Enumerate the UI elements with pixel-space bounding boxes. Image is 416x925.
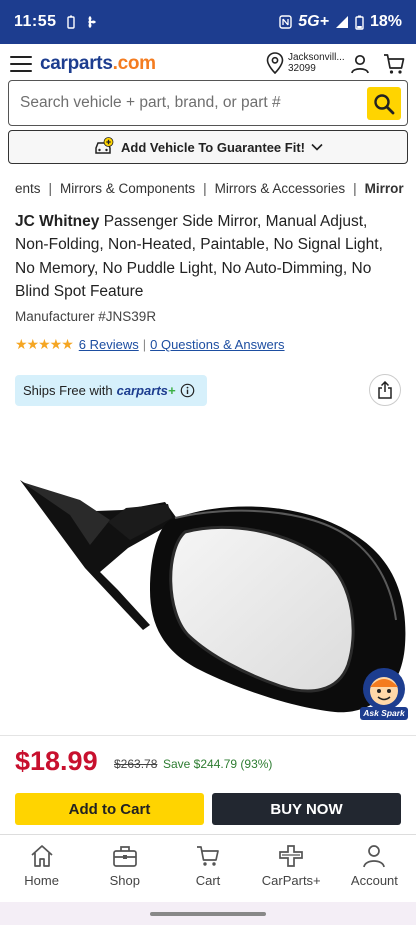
carparts-plus-logo: carparts+ (116, 383, 176, 398)
site-header: carparts.com Jacksonvill... 32099 (0, 44, 416, 84)
buy-now-button[interactable]: BUY NOW (212, 793, 401, 825)
location-pin-icon (266, 52, 284, 74)
tab-home[interactable]: Home (0, 835, 83, 902)
tab-cart[interactable]: Cart (166, 835, 249, 902)
tab-label: CarParts+ (261, 873, 321, 888)
rating-row: ★★★★★ 6 Reviews | 0 Questions & Answers (15, 336, 285, 352)
add-vehicle-button[interactable]: Add Vehicle To Guarantee Fit! (8, 130, 408, 164)
chevron-down-icon (311, 143, 323, 151)
signal-icon (335, 16, 348, 28)
breadcrumb-item[interactable]: ents (15, 181, 41, 196)
tab-shop[interactable]: Shop (83, 835, 166, 902)
breadcrumb-item[interactable]: Mirrors & Accessories (215, 181, 346, 196)
tab-label: Cart (195, 873, 221, 888)
logo-text: carparts (40, 53, 113, 74)
info-icon[interactable] (180, 383, 195, 398)
savings: Save $244.79 (93%) (163, 757, 273, 771)
ask-spark-label[interactable]: Ask Spark (360, 707, 408, 720)
search-icon (374, 93, 395, 114)
product-title: JC Whitney Passenger Side Mirror, Manual… (15, 210, 401, 303)
manufacturer-number: Manufacturer #JNS39R (15, 309, 157, 324)
toolbox-icon (112, 846, 137, 867)
search-bar[interactable]: Search vehicle + part, brand, or part # (8, 80, 408, 126)
tab-label: Home (24, 873, 59, 888)
home-icon (31, 845, 53, 867)
system-nav-bar (0, 902, 416, 925)
account-icon[interactable] (349, 53, 371, 75)
bottom-tab-bar: Home Shop Cart CarParts+ Account (0, 834, 416, 902)
menu-icon[interactable] (10, 56, 32, 72)
ships-free-text: Ships Free with (23, 383, 113, 398)
add-vehicle-label: Add Vehicle To Guarantee Fit! (121, 139, 305, 155)
product-brand: JC Whitney (15, 213, 100, 230)
add-to-cart-button[interactable]: Add to Cart (15, 793, 204, 825)
product-image[interactable] (0, 460, 416, 730)
home-gesture-handle[interactable] (150, 912, 266, 916)
tab-label: Account (350, 873, 398, 888)
car-add-icon (95, 137, 114, 154)
fan-icon (87, 16, 96, 28)
ships-free-badge[interactable]: Ships Free with carparts+ (15, 375, 207, 406)
search-button[interactable] (367, 87, 401, 120)
search-input[interactable]: Search vehicle + part, brand, or part # (20, 94, 281, 112)
share-icon (378, 381, 392, 399)
breadcrumb-current: Mirror (364, 181, 404, 196)
carparts-plus-icon (279, 845, 304, 867)
cart-icon[interactable] (383, 53, 405, 75)
star-rating-icon: ★★★★★ (15, 336, 74, 352)
location-selector[interactable]: Jacksonvill... 32099 (266, 52, 345, 74)
tab-account[interactable]: Account (333, 835, 416, 902)
qa-link[interactable]: 0 Questions & Answers (150, 337, 284, 352)
location-city: Jacksonvill... (288, 52, 345, 63)
site-logo[interactable]: carparts.com (40, 53, 156, 75)
network-label: 5G+ (298, 13, 329, 30)
breadcrumb-item[interactable]: Mirrors & Components (60, 181, 195, 196)
share-button[interactable] (369, 374, 401, 406)
status-bar: 11:55 5G+ 18% (0, 0, 416, 44)
tab-label: Shop (109, 873, 140, 888)
status-time: 11:55 (14, 13, 57, 30)
price: $18.99 (15, 746, 98, 776)
carparts-plus-brand: carparts (116, 383, 168, 398)
price-area: $18.99 $263.78 Save $244.79 (93%) (0, 735, 416, 776)
breadcrumb: ents | Mirrors & Components | Mirrors & Acce… (15, 181, 404, 196)
tab-carparts-plus[interactable]: CarParts+ (250, 835, 333, 902)
cart-icon (197, 846, 219, 866)
nfc-icon (279, 15, 292, 29)
battery-icon (355, 15, 364, 30)
original-price: $263.78 (114, 757, 158, 771)
battery-percent: 18% (369, 13, 402, 30)
logo-tld: .com (112, 53, 156, 74)
reviews-link[interactable]: 6 Reviews (79, 337, 139, 352)
account-icon (363, 845, 386, 868)
location-zip: 32099 (288, 63, 316, 74)
battery-saver-icon (66, 15, 75, 29)
